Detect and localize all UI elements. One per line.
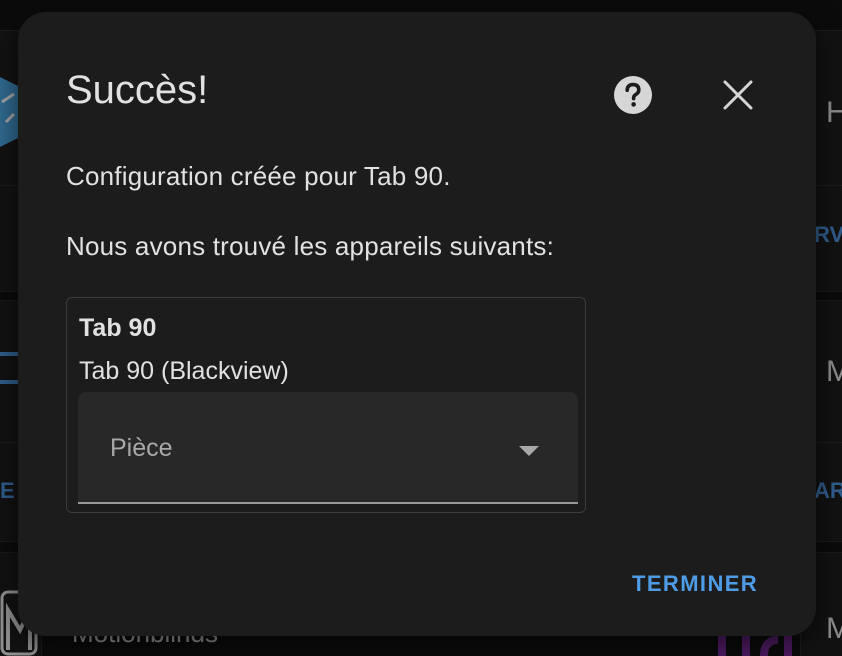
device-name: Tab 90 <box>79 314 157 342</box>
close-icon <box>723 80 753 110</box>
close-button[interactable] <box>718 75 758 115</box>
area-select-label: Pièce <box>110 434 173 462</box>
help-circle-icon <box>614 76 652 114</box>
devices-intro: Nous avons trouvé les appareils suivants… <box>66 231 555 261</box>
area-select[interactable]: Pièce <box>78 392 578 504</box>
dropdown-arrow-icon <box>519 446 539 456</box>
success-message: Configuration créée pour Tab 90. <box>66 161 451 191</box>
success-dialog: Succès! Configuration créée pour Tab 90.… <box>18 12 816 636</box>
help-button[interactable] <box>613 75 653 115</box>
finish-button[interactable]: TERMINER <box>624 564 766 604</box>
device-card: Tab 90 Tab 90 (Blackview) Pièce <box>66 297 586 513</box>
device-model: Tab 90 (Blackview) <box>79 357 289 385</box>
dialog-title: Succès! <box>66 68 209 112</box>
